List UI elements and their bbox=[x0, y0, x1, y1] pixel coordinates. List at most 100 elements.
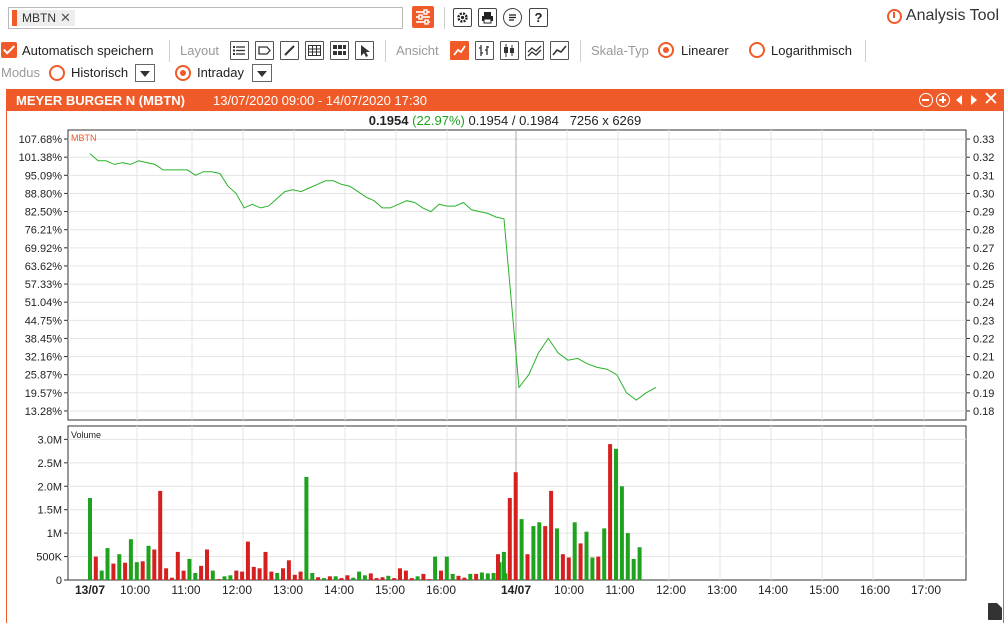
volume-bar bbox=[152, 549, 157, 580]
volume-bar bbox=[322, 578, 326, 580]
time-axis-label: 17:00 bbox=[911, 583, 941, 597]
volume-bar bbox=[444, 556, 449, 580]
price-right-tick-label: 0.23 bbox=[973, 315, 994, 327]
volume-bar bbox=[368, 573, 373, 580]
price-legend: MBTN bbox=[71, 133, 97, 143]
volume-bar bbox=[257, 568, 262, 580]
volume-bar bbox=[286, 560, 291, 580]
volume-bar bbox=[421, 573, 426, 580]
volume-bar bbox=[608, 444, 613, 580]
volume-bar bbox=[456, 575, 461, 580]
price-left-tick-label: 51.04% bbox=[25, 297, 63, 309]
volume-bar bbox=[619, 486, 624, 581]
price-left-tick-label: 57.33% bbox=[25, 279, 63, 291]
price-right-tick-label: 0.30 bbox=[973, 188, 994, 200]
volume-bar bbox=[164, 568, 169, 580]
volume-bar bbox=[427, 579, 432, 580]
price-right-tick-label: 0.18 bbox=[973, 406, 994, 418]
volume-bar bbox=[392, 578, 397, 580]
price-left-tick-label: 44.75% bbox=[25, 315, 63, 327]
volume-bar bbox=[281, 568, 285, 580]
volume-bar bbox=[175, 551, 180, 580]
time-axis-label: 13:00 bbox=[273, 583, 303, 597]
volume-bar bbox=[123, 562, 128, 580]
volume-bar bbox=[105, 548, 110, 580]
volume-bar bbox=[584, 531, 589, 580]
volume-bar bbox=[386, 575, 391, 580]
volume-bar bbox=[572, 522, 577, 580]
volume-bar bbox=[99, 570, 104, 580]
document-icon[interactable] bbox=[988, 603, 1002, 620]
volume-tick-label: 3.0M bbox=[38, 434, 62, 446]
time-axis-label: 16:00 bbox=[860, 583, 890, 597]
volume-bar bbox=[543, 526, 548, 580]
volume-tick-label: 2.0M bbox=[38, 481, 62, 493]
volume-bar bbox=[128, 539, 133, 580]
volume-bar bbox=[199, 565, 204, 580]
volume-bar bbox=[590, 557, 595, 580]
price-left-tick-label: 38.45% bbox=[25, 333, 63, 345]
volume-bar bbox=[187, 558, 192, 580]
volume-bar bbox=[409, 578, 414, 580]
volume-bar bbox=[479, 572, 484, 580]
time-axis-label: 13:00 bbox=[707, 583, 737, 597]
volume-bar bbox=[450, 573, 455, 580]
volume-tick-label: 2.5M bbox=[38, 458, 62, 470]
time-axis-label: 10:00 bbox=[554, 583, 584, 597]
volume-bar bbox=[292, 574, 297, 580]
volume-tick-label: 0 bbox=[56, 575, 62, 587]
volume-bar bbox=[216, 579, 221, 580]
volume-bar bbox=[578, 543, 583, 580]
chart-svg: 0.18 0.19 0.20 0.21 0.22 0.23 0.24 0.25 0.26 0.27… bbox=[19, 129, 994, 597]
price-left-tick-label: 63.62% bbox=[25, 261, 63, 273]
volume-bar bbox=[501, 551, 506, 580]
volume-bar bbox=[439, 570, 443, 580]
price-left-tick-label: 32.16% bbox=[25, 352, 63, 364]
volume-bar bbox=[631, 558, 636, 580]
volume-bar bbox=[468, 573, 473, 580]
time-axis-label: 10:00 bbox=[120, 583, 150, 597]
time-axis-label: 16:00 bbox=[426, 583, 456, 597]
volume-bar bbox=[403, 570, 408, 580]
volume-bar bbox=[245, 541, 250, 580]
volume-bar bbox=[415, 576, 420, 581]
volume-bar bbox=[275, 573, 280, 580]
volume-bar bbox=[357, 571, 362, 580]
volume-bar bbox=[398, 568, 402, 580]
volume-bar bbox=[146, 545, 151, 580]
price-left-tick-label: 76.21% bbox=[25, 225, 63, 237]
volume-bar bbox=[240, 571, 245, 580]
volume-bar bbox=[433, 556, 438, 580]
volume-bar bbox=[251, 566, 256, 580]
price-right-tick-label: 0.25 bbox=[973, 279, 994, 291]
volume-bar bbox=[380, 577, 385, 580]
volume-bar bbox=[333, 576, 338, 581]
volume-bar bbox=[549, 490, 554, 580]
volume-bar bbox=[374, 578, 379, 580]
volume-bar bbox=[491, 573, 496, 580]
price-right-tick-label: 0.22 bbox=[973, 333, 994, 345]
volume-bar bbox=[327, 576, 332, 581]
volume-bar bbox=[566, 557, 571, 580]
volume-title: Volume bbox=[71, 430, 101, 440]
volume-bar bbox=[158, 490, 163, 580]
volume-bar bbox=[496, 554, 500, 580]
volume-tick-label: 1M bbox=[47, 528, 62, 540]
time-axis-label: 15:00 bbox=[375, 583, 405, 597]
volume-bar bbox=[531, 526, 536, 580]
price-right-tick-label: 0.24 bbox=[973, 297, 994, 309]
time-axis-label: 12:00 bbox=[656, 583, 686, 597]
volume-bar bbox=[637, 547, 642, 580]
volume-bar bbox=[111, 563, 116, 580]
time-axis-label: 11:00 bbox=[605, 583, 634, 597]
volume-bar bbox=[310, 573, 315, 580]
volume-bar bbox=[625, 533, 630, 580]
volume-bar bbox=[304, 476, 309, 580]
volume-bar bbox=[351, 577, 356, 580]
volume-bar bbox=[169, 577, 174, 580]
volume-bar bbox=[88, 498, 92, 580]
time-axis-label: 11:00 bbox=[171, 583, 200, 597]
volume-bar bbox=[140, 561, 145, 581]
volume-bar bbox=[228, 575, 233, 580]
price-left-tick-label: 82.50% bbox=[25, 207, 63, 219]
